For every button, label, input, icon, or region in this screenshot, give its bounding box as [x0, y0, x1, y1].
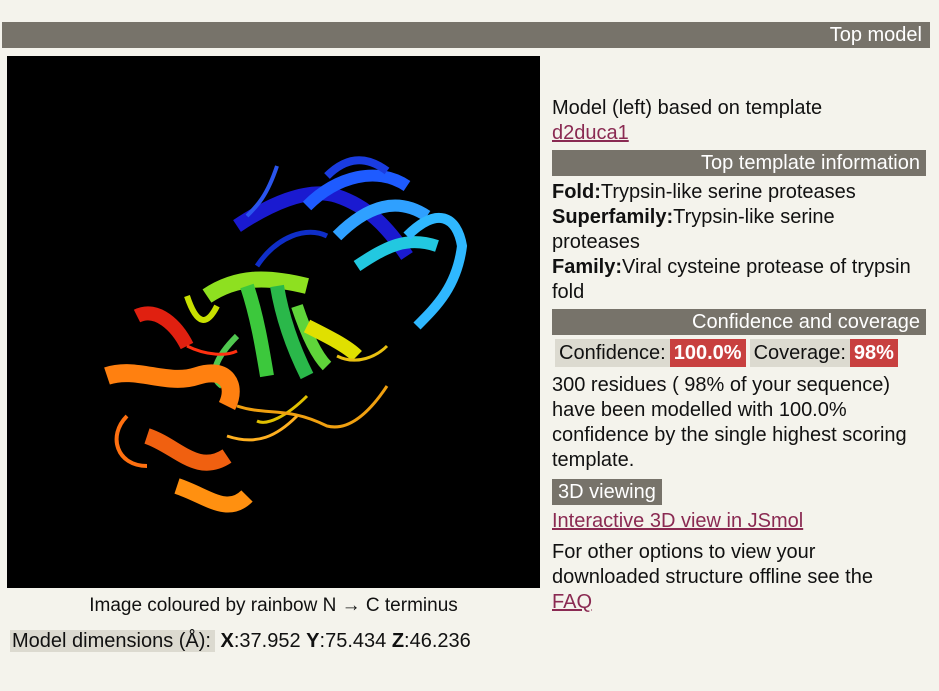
- faq-link[interactable]: FAQ: [552, 591, 592, 613]
- confidence-title: Confidence and coverage: [692, 311, 920, 333]
- superfamily-label: Superfamily:: [552, 206, 674, 228]
- model-info-panel: Model (left) based on template d2duca1 T…: [552, 96, 926, 615]
- model-dimensions: Model dimensions (Å): X:37.952 Y:75.434 …: [10, 627, 471, 656]
- x-label: X: [220, 630, 234, 652]
- template-link[interactable]: d2duca1: [552, 122, 629, 144]
- dims-label: Model dimensions (Å):: [10, 630, 215, 652]
- 3d-viewing-header: 3D viewing: [552, 479, 662, 505]
- offline-text: For other options to view your downloade…: [552, 541, 873, 588]
- coverage-badge: 98%: [849, 339, 898, 367]
- top-model-title: Top model: [829, 24, 922, 46]
- x-value: :37.952: [233, 630, 301, 652]
- coverage-label: Coverage:: [749, 339, 850, 367]
- confidence-label: Confidence:: [555, 339, 670, 367]
- jsmol-link[interactable]: Interactive 3D view in JSmol: [552, 510, 803, 532]
- confidence-row: Confidence: 100.0% Coverage: 98%: [555, 339, 926, 367]
- confidence-summary: 300 residues ( 98% of your sequence) hav…: [552, 374, 907, 471]
- z-value: :46.236: [404, 630, 471, 652]
- family-label: Family:: [552, 256, 623, 278]
- confidence-header: Confidence and coverage: [552, 309, 926, 335]
- family-row: Family:Viral cysteine protease of trypsi…: [552, 255, 926, 305]
- fold-value: Trypsin-like serine proteases: [600, 181, 856, 203]
- template-info-title: Top template information: [700, 152, 920, 174]
- fold-label: Fold:: [552, 181, 601, 203]
- superfamily-row: Superfamily:Trypsin-like serine protease…: [552, 205, 926, 255]
- confidence-badge: 100.0%: [669, 339, 746, 367]
- template-info-header: Top template information: [552, 150, 926, 176]
- y-label: Y: [306, 630, 320, 652]
- protein-structure-image: [7, 56, 540, 588]
- z-label: Z: [391, 630, 405, 652]
- fold-row: Fold:Trypsin-like serine proteases: [552, 180, 926, 205]
- image-caption: Image coloured by rainbow N → C terminus: [89, 595, 458, 616]
- y-value: :75.434: [319, 630, 387, 652]
- top-model-header: Top model: [2, 22, 930, 48]
- ribbon-model-graphic: [104, 156, 468, 513]
- based-on-text: Model (left) based on template: [552, 97, 823, 119]
